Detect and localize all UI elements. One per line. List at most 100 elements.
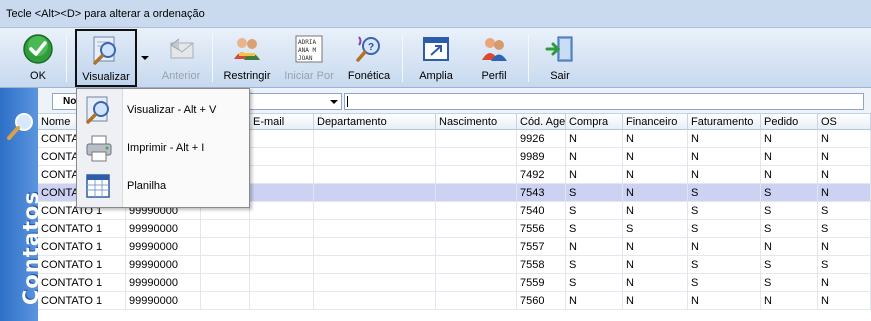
toolbar-separator xyxy=(66,34,67,82)
svg-text:?: ? xyxy=(368,42,374,53)
table-cell: N xyxy=(761,166,818,184)
visualizar-label: Visualizar xyxy=(82,71,130,83)
spreadsheet-icon xyxy=(86,174,110,198)
restrict-users-icon xyxy=(230,32,264,66)
column-header[interactable]: Compra xyxy=(566,114,623,130)
table-cell: CONTATO 1 xyxy=(38,220,126,238)
table-cell xyxy=(250,238,314,256)
amplia-button[interactable]: Amplia xyxy=(413,30,459,86)
table-cell: N xyxy=(566,238,623,256)
table-cell: N xyxy=(688,166,761,184)
visualizar-dropdown-arrow[interactable] xyxy=(138,32,152,84)
table-cell: S xyxy=(566,274,623,292)
table-row[interactable]: CONTATO 1 99990000 7558 S N S S S xyxy=(38,256,871,274)
table-cell: 99990000 xyxy=(126,292,201,310)
table-cell xyxy=(436,292,517,310)
table-cell: S xyxy=(818,256,871,274)
table-cell: S xyxy=(761,274,818,292)
table-cell xyxy=(250,184,314,202)
table-cell xyxy=(201,238,250,256)
restringir-button[interactable]: Restringir xyxy=(222,30,272,86)
anterior-button[interactable]: Anterior xyxy=(158,30,204,86)
table-cell xyxy=(201,220,250,238)
table-cell xyxy=(314,292,436,310)
toolbar-separator xyxy=(528,34,529,82)
column-header[interactable]: E-mail xyxy=(250,114,314,130)
table-cell: 7559 xyxy=(517,274,566,292)
menu-item-visualizar[interactable]: Visualizar - Alt + V xyxy=(77,91,249,129)
column-header[interactable]: Pedido xyxy=(761,114,818,130)
table-cell: N xyxy=(818,130,871,148)
table-cell: N xyxy=(761,130,818,148)
column-header[interactable]: Faturamento xyxy=(688,114,761,130)
svg-text:ADRIA: ADRIA xyxy=(298,39,316,46)
table-row[interactable]: CONTATO 1 99990000 7559 S N S S N xyxy=(38,274,871,292)
table-cell: 7492 xyxy=(517,166,566,184)
table-cell: N xyxy=(761,238,818,256)
svg-text:JOAN: JOAN xyxy=(298,55,313,62)
table-row[interactable]: CONTATO 1 99990000 7560 N N N N N xyxy=(38,292,871,310)
table-row[interactable]: CONTATO 1 99990000 7557 N N N N N xyxy=(38,238,871,256)
sair-button[interactable]: Sair xyxy=(540,30,580,86)
magnifier-preview-icon xyxy=(89,33,123,67)
column-header[interactable]: Cód. Age xyxy=(517,114,566,130)
table-cell: S xyxy=(761,256,818,274)
table-cell: N xyxy=(818,166,871,184)
table-cell: N xyxy=(818,274,871,292)
table-cell xyxy=(314,220,436,238)
table-cell: S xyxy=(818,202,871,220)
table-cell xyxy=(314,238,436,256)
checkmark-icon xyxy=(21,32,55,66)
table-cell: S xyxy=(623,220,688,238)
column-header[interactable]: Nascimento xyxy=(436,114,517,130)
fonetica-button[interactable]: ? Fonética xyxy=(345,30,393,86)
table-cell xyxy=(436,130,517,148)
table-cell: N xyxy=(688,130,761,148)
table-cell: S xyxy=(761,202,818,220)
column-header[interactable]: OS xyxy=(818,114,871,130)
table-cell xyxy=(250,220,314,238)
ok-button[interactable]: OK xyxy=(16,30,60,86)
table-cell: N xyxy=(818,148,871,166)
column-header[interactable]: Departamento xyxy=(314,114,436,130)
amplia-label: Amplia xyxy=(419,70,453,82)
table-cell: N xyxy=(623,130,688,148)
menu-item-label: Visualizar - Alt + V xyxy=(127,104,217,116)
toolbar: OK Visualizar Anterior Restringir ADRIA A… xyxy=(0,28,871,88)
menu-item-planilha[interactable]: Planilha xyxy=(77,167,249,205)
name-list-icon: ADRIA ANA M JOAN xyxy=(292,32,326,66)
exit-door-icon xyxy=(543,32,577,66)
table-cell: S xyxy=(761,184,818,202)
table-cell xyxy=(436,256,517,274)
restringir-label: Restringir xyxy=(223,70,271,82)
menu-item-label: Planilha xyxy=(127,180,167,192)
table-cell xyxy=(250,202,314,220)
filter-combo[interactable] xyxy=(248,93,342,110)
table-cell: 99990000 xyxy=(126,238,201,256)
menu-item-imprimir[interactable]: Imprimir - Alt + I xyxy=(77,129,249,167)
table-cell: N xyxy=(818,238,871,256)
table-cell xyxy=(436,166,517,184)
table-cell: N xyxy=(623,148,688,166)
table-cell xyxy=(436,274,517,292)
visualizar-button[interactable]: Visualizar xyxy=(75,29,137,87)
table-cell: 7557 xyxy=(517,238,566,256)
table-cell: 99990000 xyxy=(126,256,201,274)
phonetic-search-icon: ? xyxy=(352,32,386,66)
table-cell: S xyxy=(688,256,761,274)
table-cell: S xyxy=(688,202,761,220)
envelope-back-icon xyxy=(164,32,198,66)
perfil-button[interactable]: Perfil xyxy=(472,30,516,86)
column-header[interactable]: Financeiro xyxy=(623,114,688,130)
iniciar-por-button[interactable]: ADRIA ANA M JOAN Iniciar Por xyxy=(283,30,335,86)
table-cell: CONTATO 1 xyxy=(38,292,126,310)
table-cell xyxy=(314,274,436,292)
table-row[interactable]: CONTATO 1 99990000 7556 S S S S S xyxy=(38,220,871,238)
search-icon xyxy=(7,113,33,140)
search-input[interactable] xyxy=(344,93,864,110)
table-cell xyxy=(201,274,250,292)
title-bar: Tecle <Alt><D> para alterar a ordenação xyxy=(0,0,871,28)
table-cell xyxy=(314,184,436,202)
table-cell: N xyxy=(818,184,871,202)
perfil-label: Perfil xyxy=(481,70,507,82)
